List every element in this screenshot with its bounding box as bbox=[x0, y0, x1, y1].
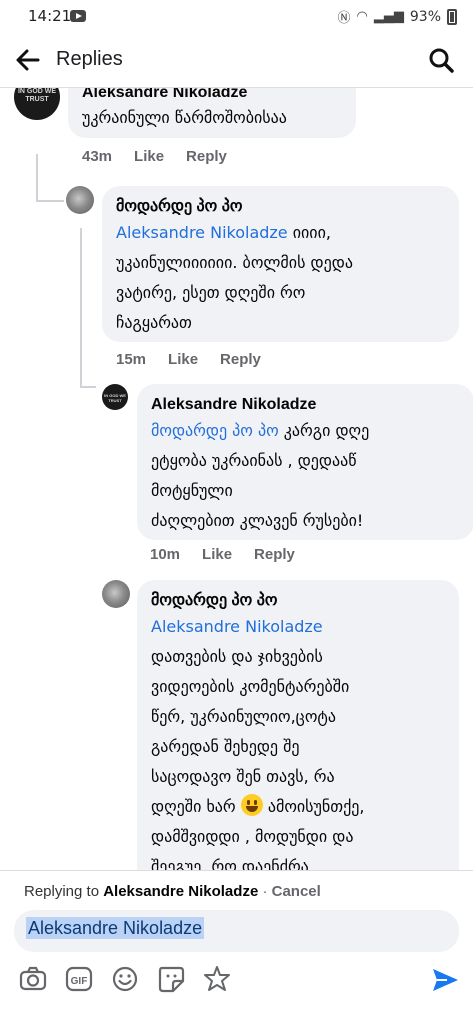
comment-time: 15m bbox=[116, 351, 147, 368]
composer-toolbar: GIF bbox=[0, 958, 473, 1002]
comment-text-line: მოტყნული bbox=[151, 481, 233, 500]
comment-time: 10m bbox=[150, 546, 181, 563]
youtube-notification-icon bbox=[70, 10, 86, 22]
status-time: 14:21 bbox=[28, 7, 72, 25]
avatar[interactable]: IN GOD WE TRUST bbox=[14, 88, 60, 120]
comment-text-line: საცოდავო შენ თავს, რა bbox=[151, 767, 335, 786]
avatar-sticker-icon[interactable] bbox=[202, 964, 232, 994]
comment-bubble[interactable]: მოდარდე პო პო Aleksandre Nikoladze იიიი,… bbox=[102, 186, 459, 342]
comment-text-line: წერ, უკრაინულიო,ცოტა bbox=[151, 707, 336, 726]
sticker-icon[interactable] bbox=[156, 964, 186, 994]
comment-text: მოდარდე პო პო კარგი დღე ეტყობა უკრაინას … bbox=[151, 416, 460, 536]
gif-label: GIF bbox=[71, 976, 88, 987]
search-icon[interactable] bbox=[427, 46, 455, 74]
comment-text-part: იიიი, bbox=[287, 223, 331, 242]
emoji-icon[interactable] bbox=[110, 964, 140, 994]
reply-button[interactable]: Reply bbox=[254, 546, 295, 563]
thread-line bbox=[80, 386, 96, 388]
comment-author[interactable]: Aleksandre Nikoladze bbox=[82, 88, 342, 104]
comment-actions: 43m Like Reply bbox=[82, 148, 227, 165]
thread-line bbox=[36, 200, 64, 202]
status-bar: 14:21 Ⓝ ◠ ▂▄▆ 93% bbox=[0, 0, 473, 32]
avatar[interactable]: IN GOD WE TRUST bbox=[102, 384, 128, 410]
avatar-text: IN GOD WE TRUST bbox=[104, 393, 126, 403]
comment-text-line: დამშვიდდი , მოდუნდი და bbox=[151, 827, 354, 846]
separator: · bbox=[258, 883, 272, 900]
comment-text-line: ვატირე, ესეთ დღეში რო bbox=[116, 283, 306, 302]
camera-icon[interactable] bbox=[18, 964, 48, 994]
comment-author[interactable]: Aleksandre Nikoladze bbox=[151, 394, 460, 416]
comment-actions: 10m Like Reply bbox=[150, 546, 295, 563]
battery-icon bbox=[447, 8, 457, 25]
reply-input[interactable]: Aleksandre Nikoladze bbox=[14, 910, 459, 952]
comment-bubble[interactable]: Aleksandre Nikoladze მოდარდე პო პო კარგი… bbox=[137, 384, 473, 540]
comment-text: Aleksandre Nikoladze იიიი, უკაინულიიიიიი… bbox=[116, 218, 445, 338]
like-button[interactable]: Like bbox=[202, 546, 232, 563]
comment-text-line: ძაღლებით კლავენ რუსები! bbox=[151, 511, 364, 530]
avatar[interactable] bbox=[102, 580, 130, 608]
reply-button[interactable]: Reply bbox=[186, 148, 227, 165]
comment-bubble[interactable]: Aleksandre Nikoladze უკრაინული წარმოშობი… bbox=[68, 88, 356, 138]
reply-button[interactable]: Reply bbox=[220, 351, 261, 368]
comment-text-part: ამოისუნთქე, bbox=[262, 797, 365, 816]
thread-line bbox=[36, 154, 38, 202]
comment-author[interactable]: მოდარდე პო პო bbox=[116, 196, 445, 218]
comment-actions: 15m Like Reply bbox=[116, 351, 261, 368]
reply-input-value[interactable]: Aleksandre Nikoladze bbox=[26, 917, 205, 939]
comment-author[interactable]: მოდარდე პო პო bbox=[151, 590, 445, 612]
back-arrow-icon[interactable] bbox=[14, 46, 42, 74]
gif-icon[interactable]: GIF bbox=[64, 964, 94, 994]
comment-text-line: შეეგუე, რო დაენძრა bbox=[151, 857, 309, 870]
comment-text-part: დღეში ხარ bbox=[151, 797, 241, 816]
replies-feed[interactable]: IN GOD WE TRUST Aleksandre Nikoladze უკრ… bbox=[0, 88, 473, 870]
comment-text-line: ვიდეოების კომენტარებში bbox=[151, 677, 350, 696]
comment-text-line: დათვების და ჯიხვების bbox=[151, 647, 323, 666]
comment-text: უკრაინული წარმოშობისაა bbox=[82, 108, 287, 127]
comment-time: 43m bbox=[82, 148, 113, 165]
comment-text-part: კარგი დღე bbox=[278, 421, 370, 440]
mention-link[interactable]: მოდარდე პო პო bbox=[151, 421, 279, 440]
replying-to-name: Aleksandre Nikoladze bbox=[103, 883, 259, 900]
comment-text-line: ჩაგყარათ bbox=[116, 313, 192, 332]
page-title: Replies bbox=[56, 48, 123, 70]
nfc-icon: Ⓝ bbox=[337, 11, 351, 26]
system-nav-bar bbox=[0, 1006, 473, 1024]
like-button[interactable]: Like bbox=[134, 148, 164, 165]
comment-text-line: უკაინულიიიიიი. ბოლმის დედა bbox=[116, 253, 353, 272]
send-icon[interactable] bbox=[429, 964, 461, 996]
header: Replies bbox=[0, 32, 473, 88]
comment-text-line: გარედან შეხედე შე bbox=[151, 737, 300, 756]
avatar-text: IN GOD WE TRUST bbox=[17, 88, 57, 103]
mention-link[interactable]: Aleksandre Nikoladze bbox=[151, 617, 323, 636]
signal-icon: ▂▄▆ bbox=[373, 9, 404, 24]
cancel-reply-button[interactable]: Cancel bbox=[272, 883, 321, 900]
replying-to-bar: Replying to Aleksandre Nikoladze · Cance… bbox=[0, 870, 473, 908]
like-button[interactable]: Like bbox=[168, 351, 198, 368]
replying-prefix: Replying to bbox=[24, 883, 104, 900]
comment-text-line: ეტყობა უკრაინას , დედააწ bbox=[151, 451, 357, 470]
grinning-emoji-icon bbox=[240, 794, 263, 816]
wifi-icon: ◠ bbox=[356, 9, 368, 24]
status-right: Ⓝ ◠ ▂▄▆ 93% bbox=[338, 7, 457, 26]
comment-bubble[interactable]: მოდარდე პო პო Aleksandre Nikoladze დათვე… bbox=[137, 580, 459, 870]
mention-link[interactable]: Aleksandre Nikoladze bbox=[116, 223, 288, 242]
comment-text: Aleksandre Nikoladze დათვების და ჯიხვები… bbox=[151, 612, 445, 870]
thread-line bbox=[80, 228, 82, 388]
avatar[interactable] bbox=[66, 186, 94, 214]
battery-percent: 93% bbox=[409, 8, 441, 25]
